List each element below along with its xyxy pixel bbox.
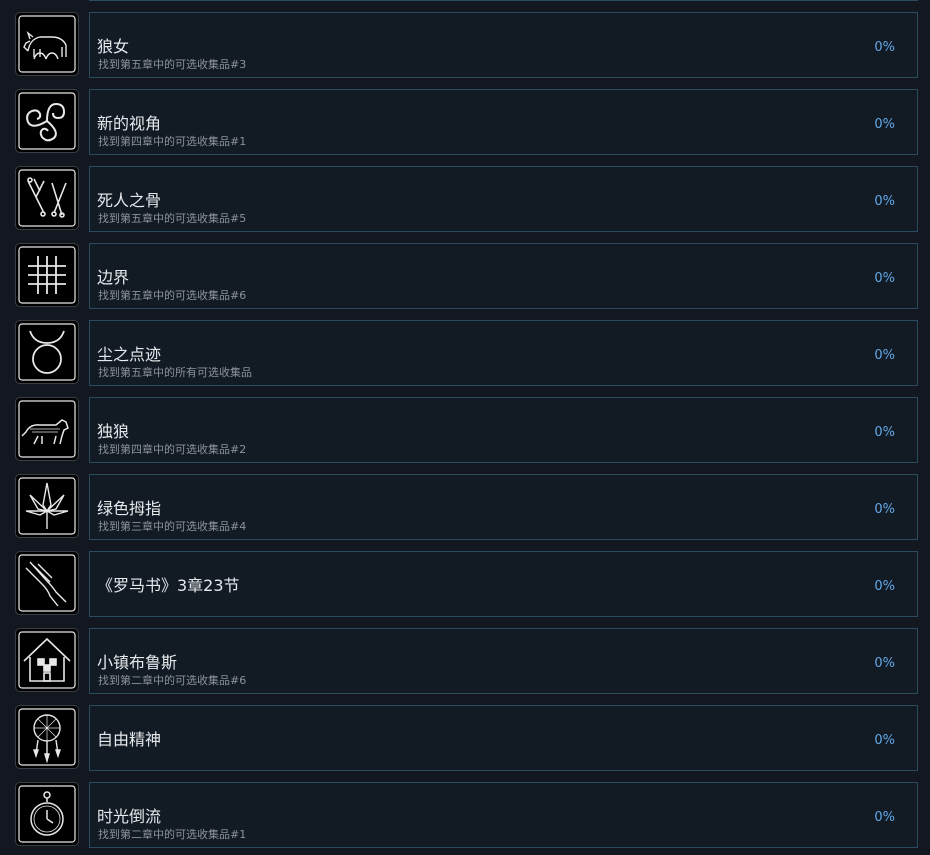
achievement-row[interactable]: 自由精神 0% — [0, 705, 930, 771]
bones-icon — [16, 167, 78, 229]
unlock-percentage: 0% — [874, 271, 895, 286]
achievement-row[interactable]: 尘之点迹 找到第五章中的所有可选收集品 0% — [0, 320, 930, 386]
achievement-row[interactable]: 《罗马书》3章23节 0% — [0, 551, 930, 617]
achievement-panel: 独狼 找到第四章中的可选收集品#2 0% — [89, 397, 918, 463]
achievement-panel: 死人之骨 找到第五章中的可选收集品#5 0% — [89, 166, 918, 232]
achievement-description: 找到第四章中的可选收集品#1 — [98, 135, 247, 148]
achievement-list: 狼女 找到第五章中的可选收集品#3 0% 新的视角 找到第四章中的可选收集品#1… — [0, 0, 930, 855]
achievement-row[interactable]: 死人之骨 找到第五章中的可选收集品#5 0% — [0, 166, 930, 232]
achievement-description: 找到第二章中的可选收集品#1 — [98, 828, 247, 841]
achievement-description: 找到第四章中的可选收集品#2 — [98, 443, 247, 456]
unlock-percentage: 0% — [874, 117, 895, 132]
unlock-percentage: 0% — [874, 502, 895, 517]
achievement-description: 找到第二章中的可选收集品#6 — [98, 674, 247, 687]
unlock-percentage: 0% — [874, 425, 895, 440]
unlock-percentage: 0% — [874, 194, 895, 209]
achievement-title: 尘之点迹 — [97, 345, 162, 364]
unlock-percentage: 0% — [874, 733, 895, 748]
achievement-row[interactable]: 独狼 找到第四章中的可选收集品#2 0% — [0, 397, 930, 463]
achievement-panel: 边界 找到第五章中的可选收集品#6 0% — [89, 243, 918, 309]
triskelion-icon — [16, 90, 78, 152]
achievement-panel: 自由精神 0% — [89, 705, 918, 771]
achievement-title: 小镇布鲁斯 — [97, 653, 178, 672]
achievement-title: 独狼 — [97, 422, 130, 441]
achievement-description: 找到第五章中的可选收集品#5 — [98, 212, 247, 225]
achievement-panel: 绿色拇指 找到第三章中的可选收集品#4 0% — [89, 474, 918, 540]
achievement-panel: 《罗马书》3章23节 0% — [89, 551, 918, 617]
pocket-watch-icon — [16, 783, 78, 845]
achievement-panel: 尘之点迹 找到第五章中的所有可选收集品 0% — [89, 320, 918, 386]
wolf-twins-icon — [16, 13, 78, 75]
achievement-title: 死人之骨 — [97, 191, 162, 210]
achievement-title: 《罗马书》3章23节 — [97, 576, 240, 595]
achievement-row[interactable]: 狼女 找到第五章中的可选收集品#3 0% — [0, 12, 930, 78]
list-top-border — [89, 0, 918, 1]
achievement-title: 自由精神 — [97, 730, 162, 749]
grid-icon — [16, 244, 78, 306]
achievement-panel: 时光倒流 找到第二章中的可选收集品#1 0% — [89, 782, 918, 848]
unlock-percentage: 0% — [874, 656, 895, 671]
unlock-percentage: 0% — [874, 348, 895, 363]
house-icon — [16, 629, 78, 691]
achievement-title: 狼女 — [97, 37, 130, 56]
dreamcatcher-icon — [16, 706, 78, 768]
achievement-row[interactable]: 小镇布鲁斯 找到第二章中的可选收集品#6 0% — [0, 628, 930, 694]
achievement-title: 边界 — [97, 268, 130, 287]
achievement-description: 找到第五章中的所有可选收集品 — [98, 366, 252, 379]
achievement-panel: 小镇布鲁斯 找到第二章中的可选收集品#6 0% — [89, 628, 918, 694]
wolf-icon — [16, 398, 78, 460]
achievement-description: 找到第五章中的可选收集品#3 — [98, 58, 247, 71]
achievement-description: 找到第三章中的可选收集品#4 — [98, 520, 247, 533]
achievement-row[interactable]: 新的视角 找到第四章中的可选收集品#1 0% — [0, 89, 930, 155]
praying-hands-icon — [16, 552, 78, 614]
achievement-title: 时光倒流 — [97, 807, 162, 826]
achievement-panel: 新的视角 找到第四章中的可选收集品#1 0% — [89, 89, 918, 155]
taurus-symbol-icon — [16, 321, 78, 383]
achievement-row[interactable]: 边界 找到第五章中的可选收集品#6 0% — [0, 243, 930, 309]
achievement-description: 找到第五章中的可选收集品#6 — [98, 289, 247, 302]
unlock-percentage: 0% — [874, 810, 895, 825]
unlock-percentage: 0% — [874, 40, 895, 55]
achievement-title: 新的视角 — [97, 114, 162, 133]
achievement-panel: 狼女 找到第五章中的可选收集品#3 0% — [89, 12, 918, 78]
achievement-row[interactable]: 时光倒流 找到第二章中的可选收集品#1 0% — [0, 782, 930, 848]
achievement-row[interactable]: 绿色拇指 找到第三章中的可选收集品#4 0% — [0, 474, 930, 540]
achievement-title: 绿色拇指 — [97, 499, 162, 518]
cannabis-leaf-icon — [16, 475, 78, 537]
unlock-percentage: 0% — [874, 579, 895, 594]
